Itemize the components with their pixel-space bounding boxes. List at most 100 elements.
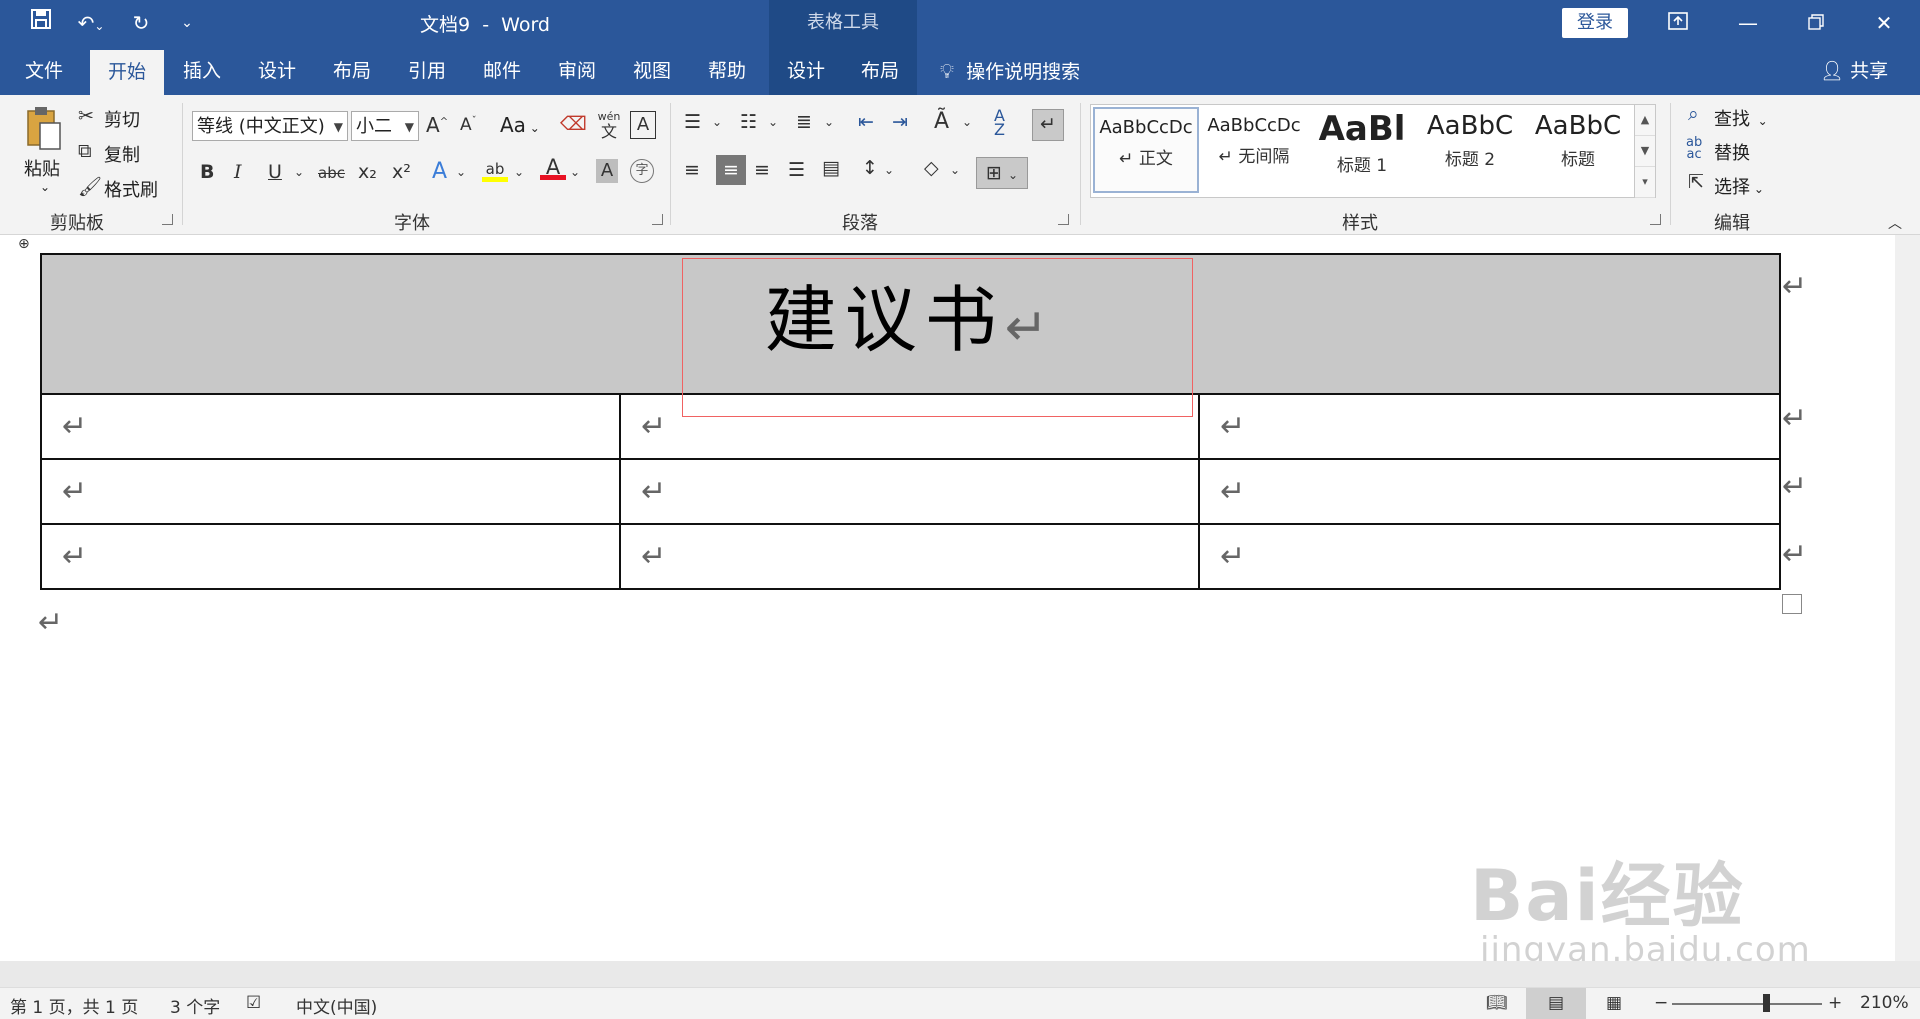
- paragraph-launcher-icon[interactable]: [1058, 214, 1069, 225]
- format-painter-icon[interactable]: 🖌︎: [78, 175, 102, 198]
- restore-icon[interactable]: [1796, 8, 1836, 38]
- numbering-dropdown-icon[interactable]: ⌄: [768, 115, 778, 129]
- styles-more-icon[interactable]: ▾: [1635, 167, 1655, 198]
- styles-scroll-down-icon[interactable]: ▼: [1635, 136, 1655, 167]
- horizontal-scrollbar[interactable]: [0, 961, 1920, 987]
- tab-table-layout[interactable]: 布局: [843, 46, 917, 95]
- customize-qat-icon[interactable]: ⌄: [172, 8, 202, 38]
- zoom-slider-thumb[interactable]: [1763, 994, 1770, 1012]
- copy-button[interactable]: 复制: [104, 141, 140, 167]
- read-mode-icon[interactable]: 📖︎: [1486, 993, 1508, 1013]
- bold-icon[interactable]: B: [200, 161, 214, 183]
- underline-dropdown-icon[interactable]: ⌄: [294, 165, 304, 179]
- zoom-out-button[interactable]: −: [1654, 993, 1668, 1013]
- collapse-ribbon-icon[interactable]: ︿: [1888, 213, 1902, 233]
- increase-indent-icon[interactable]: ⇥: [892, 111, 908, 133]
- multilevel-dropdown-icon[interactable]: ⌄: [824, 115, 834, 129]
- italic-icon[interactable]: I: [234, 161, 242, 183]
- table-cell[interactable]: ↵: [39, 458, 622, 525]
- font-color-dropdown-icon[interactable]: ⌄: [570, 165, 580, 179]
- table-cell[interactable]: ↵: [1198, 523, 1781, 590]
- replace-button[interactable]: 替换: [1714, 139, 1750, 165]
- tab-help[interactable]: 帮助: [690, 46, 764, 95]
- proofing-icon[interactable]: ☑: [246, 993, 261, 1013]
- select-icon[interactable]: ⇱: [1688, 171, 1704, 193]
- highlight-icon[interactable]: ab: [482, 157, 508, 182]
- cut-icon[interactable]: ✂: [78, 105, 94, 127]
- underline-icon[interactable]: U: [268, 161, 282, 183]
- zoom-slider[interactable]: [1672, 1003, 1822, 1005]
- tell-me-search[interactable]: 💡︎ 操作说明搜索: [940, 46, 1080, 95]
- print-layout-icon[interactable]: ▤: [1526, 988, 1586, 1019]
- format-painter-button[interactable]: 格式刷: [104, 176, 158, 202]
- table-cell[interactable]: ↵: [619, 523, 1201, 590]
- clipboard-launcher-icon[interactable]: [162, 214, 173, 225]
- redo-icon[interactable]: ↻: [126, 8, 156, 38]
- table-cell[interactable]: ↵: [1198, 458, 1781, 525]
- grow-font-icon[interactable]: A^: [426, 113, 448, 137]
- align-center-icon[interactable]: ≡: [716, 155, 746, 185]
- paste-icon[interactable]: [22, 105, 66, 155]
- zoom-in-button[interactable]: +: [1828, 993, 1842, 1013]
- table-cell[interactable]: ↵: [39, 523, 622, 590]
- line-spacing-icon[interactable]: ↕: [862, 157, 878, 179]
- table-move-handle-icon[interactable]: ⊕: [18, 236, 30, 252]
- style-title[interactable]: AaBbC 标题: [1525, 107, 1631, 193]
- font-name-combo[interactable]: 等线 (中文正文) ▼: [192, 111, 348, 141]
- share-button[interactable]: 👤︎ 共享: [1820, 46, 1888, 95]
- sort-icon[interactable]: AZ: [994, 108, 1005, 138]
- style-heading-1[interactable]: AaBl 标题 1: [1309, 107, 1415, 193]
- shading-dropdown-icon[interactable]: ⌄: [950, 163, 960, 177]
- show-marks-icon[interactable]: ↵: [1032, 109, 1064, 141]
- superscript-icon[interactable]: x²: [392, 161, 411, 183]
- word-count[interactable]: 3 个字: [170, 993, 220, 1018]
- enclose-characters-icon[interactable]: 字: [630, 159, 654, 183]
- find-button[interactable]: 查找 ⌄: [1714, 105, 1768, 131]
- tab-table-design[interactable]: 设计: [769, 46, 843, 95]
- subscript-icon[interactable]: x₂: [358, 161, 377, 183]
- bullets-icon[interactable]: ☰: [684, 111, 701, 133]
- tab-design[interactable]: 设计: [240, 46, 314, 95]
- phonetic-guide-icon[interactable]: wén 文: [596, 107, 622, 140]
- character-shading-icon[interactable]: A: [596, 159, 618, 183]
- login-button[interactable]: 登录: [1562, 8, 1628, 38]
- table-cell[interactable]: ↵: [1198, 393, 1781, 460]
- highlight-dropdown-icon[interactable]: ⌄: [514, 165, 524, 179]
- text-effects-dropdown-icon[interactable]: ⌄: [456, 165, 466, 179]
- text-effects-icon[interactable]: A: [432, 159, 447, 184]
- font-size-combo[interactable]: 小二 ▼: [351, 111, 419, 141]
- bullets-dropdown-icon[interactable]: ⌄: [712, 115, 722, 129]
- copy-icon[interactable]: ⧉: [78, 140, 92, 162]
- tab-references[interactable]: 引用: [390, 46, 464, 95]
- paste-label[interactable]: 粘贴: [24, 155, 60, 181]
- line-spacing-dropdown-icon[interactable]: ⌄: [884, 163, 894, 177]
- table-resize-handle[interactable]: [1782, 594, 1802, 614]
- tab-layout[interactable]: 布局: [316, 46, 388, 95]
- asian-layout-icon[interactable]: Ã: [934, 109, 949, 134]
- align-left-icon[interactable]: ≡: [684, 159, 700, 181]
- tab-review[interactable]: 审阅: [540, 46, 614, 95]
- web-layout-icon[interactable]: ▦: [1606, 993, 1622, 1013]
- tab-insert[interactable]: 插入: [166, 46, 238, 95]
- clear-formatting-icon[interactable]: ⌫: [560, 113, 587, 135]
- shrink-font-icon[interactable]: Aˇ: [460, 115, 477, 135]
- tab-home[interactable]: 开始: [90, 50, 164, 95]
- tab-view[interactable]: 视图: [616, 46, 688, 95]
- multilevel-list-icon[interactable]: ≣: [796, 111, 812, 133]
- align-right-icon[interactable]: ≡: [754, 159, 770, 181]
- asian-layout-dropdown-icon[interactable]: ⌄: [962, 115, 972, 129]
- save-icon[interactable]: [26, 8, 56, 38]
- styles-scroll-up-icon[interactable]: ▲: [1635, 105, 1655, 136]
- minimize-icon[interactable]: —: [1728, 8, 1768, 38]
- vertical-scrollbar[interactable]: [1895, 235, 1920, 961]
- select-button[interactable]: 选择 ⌄: [1714, 173, 1764, 199]
- justify-icon[interactable]: ☰: [788, 159, 805, 181]
- replace-icon[interactable]: ab ac: [1686, 136, 1702, 161]
- zoom-level[interactable]: 210%: [1860, 993, 1909, 1013]
- language-indicator[interactable]: 中文(中国): [296, 993, 377, 1018]
- undo-icon[interactable]: ↶⌄: [68, 8, 114, 38]
- find-icon[interactable]: ⌕: [1688, 103, 1699, 125]
- paste-dropdown-icon[interactable]: ⌄: [40, 180, 50, 194]
- shading-icon[interactable]: ◇: [924, 157, 939, 179]
- style-no-spacing[interactable]: AaBbCcDc ↵ 无间隔: [1201, 107, 1307, 193]
